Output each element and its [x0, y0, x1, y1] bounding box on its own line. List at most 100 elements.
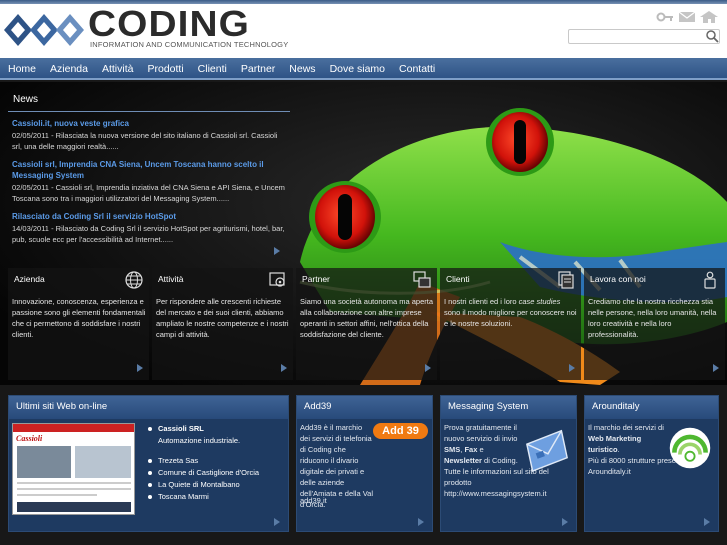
arounditaly-text: Il marchio dei servizi di Web Marketing … [588, 423, 664, 454]
logo-text[interactable]: CODING [88, 4, 250, 44]
arrow-right-icon[interactable] [281, 364, 287, 372]
sites-list: Cassioli SRL Automazione industriale. Tr… [146, 423, 259, 503]
arrow-right-icon[interactable] [713, 364, 719, 372]
news-date: 02/05/2011 [12, 131, 49, 140]
thumb-photo [17, 446, 71, 478]
nav-item-attivita[interactable]: Attività [102, 63, 134, 75]
add39-link[interactable]: add39.it [300, 496, 327, 505]
nav-item-dove-siamo[interactable]: Dove siamo [330, 63, 385, 75]
nav-item-clienti[interactable]: Clienti [198, 63, 227, 75]
site-thumbnail[interactable]: Cassioli [12, 423, 135, 515]
box-body: Il marchio dei servizi di Web Marketing … [585, 419, 718, 477]
arrow-right-icon[interactable] [137, 364, 143, 372]
arrow-right-icon[interactable] [425, 364, 431, 372]
arounditaly-logo-icon[interactable] [667, 425, 713, 471]
news-title-link[interactable]: Cassioli srl, Imprendia CNA Siena, Uncem… [12, 159, 286, 181]
nav-item-news[interactable]: News [289, 63, 315, 75]
news-more-arrow[interactable] [274, 247, 280, 255]
feature-box-partner[interactable]: Partner Siamo una società autonoma ma ap… [296, 268, 437, 380]
feature-title: Azienda [14, 274, 45, 284]
arrow-right-icon[interactable] [418, 518, 424, 526]
messaging-text: Prova gratuitamente il nuovo servizio di… [444, 423, 518, 465]
news-body: 02/05/2011 - Cassioli srl, Imprendia inz… [12, 182, 286, 204]
thumb-line [17, 494, 97, 496]
arrow-right-icon[interactable] [704, 518, 710, 526]
site-link[interactable]: Toscana Marmi [146, 491, 259, 503]
feature-title: Partner [302, 274, 330, 284]
person-icon [704, 271, 716, 289]
nav-item-home[interactable]: Home [8, 63, 36, 75]
site-link[interactable]: La Quiete di Montalbano [146, 479, 259, 491]
thumb-line [17, 482, 131, 484]
page: CODING INFORMATION AND COMMUNICATION TEC… [0, 0, 727, 545]
search-input[interactable] [568, 29, 720, 44]
feature-title: Clienti [446, 274, 470, 284]
news-item: Rilasciato da Coding Srl il servizio Hot… [8, 204, 290, 245]
logo-tagline: INFORMATION AND COMMUNICATION TECHNOLOGY [90, 40, 289, 49]
logo-diamonds-icon[interactable] [4, 10, 88, 50]
news-title-link[interactable]: Rilasciato da Coding Srl il servizio Hot… [12, 211, 286, 222]
feature-text: Innovazione, conoscenza, esperienza e pa… [12, 297, 146, 339]
site-link[interactable]: Comune di Castiglione d'Orcia [146, 467, 259, 479]
main-nav: Home Azienda Attività Prodotti Clienti P… [0, 58, 727, 80]
news-date: 14/03/2011 [12, 224, 49, 233]
nav-item-partner[interactable]: Partner [241, 63, 275, 75]
box-messaging-system: Messaging System Prova gratuitamente il … [440, 395, 577, 532]
box-body: Prova gratuitamente il nuovo servizio di… [441, 419, 576, 499]
arrow-right-icon[interactable] [274, 518, 280, 526]
nav-item-contatti[interactable]: Contatti [399, 63, 435, 75]
box-heading: Messaging System [441, 396, 576, 419]
site-description: Automazione industriale. [158, 436, 241, 445]
news-panel: News Cassioli.it, nuova veste grafica 02… [8, 88, 290, 266]
home-icon[interactable] [700, 11, 718, 23]
search-icon[interactable] [705, 29, 719, 44]
box-add39: Add39 Add 39 Add39 è il marchio dei serv… [296, 395, 433, 532]
news-heading: News [8, 88, 290, 112]
thumb-line [17, 488, 131, 490]
box-heading: Ultimi siti Web on-line [9, 396, 288, 419]
feature-box-azienda[interactable]: Azienda Innovazione, conoscenza, esperie… [8, 268, 149, 380]
arrow-right-icon[interactable] [569, 364, 575, 372]
feature-text-part: I nostri clienti ed i loro [444, 297, 519, 306]
thumb-logo: Cassioli [16, 434, 43, 443]
mail-icon[interactable] [678, 11, 696, 23]
thumb-photo [75, 446, 131, 478]
feature-text: Per rispondere alle crescenti richieste … [156, 297, 289, 339]
news-date: 02/05/2011 [12, 183, 49, 192]
feature-text-italic: case studies [518, 297, 561, 306]
feature-title: Lavora con noi [590, 274, 646, 284]
feature-box-lavora-con-noi[interactable]: Lavora con noi Crediamo che la nostra ri… [584, 268, 725, 380]
envelope-icon [526, 429, 568, 473]
news-text: - Cassioli srl, Imprendia inziativa del … [12, 183, 285, 203]
box-heading: Arounditaly [585, 396, 718, 419]
site-link[interactable]: Trezeta Sas [146, 455, 259, 467]
messaging-link[interactable]: http://www.messagingsystem.it [444, 488, 573, 499]
feature-text: I nostri clienti ed i loro case studies … [444, 296, 578, 329]
documents-icon [558, 271, 574, 289]
nav-item-prodotti[interactable]: Prodotti [147, 63, 183, 75]
globe-icon [125, 271, 143, 289]
box-heading: Add39 [297, 396, 432, 419]
news-item: Cassioli srl, Imprendia CNA Siena, Uncem… [8, 152, 290, 204]
windows-icon [413, 271, 431, 288]
feature-text: Crediamo che la nostra ricchezza stia ne… [588, 297, 717, 339]
thumb-footer [17, 502, 131, 512]
thumb-header-bar [13, 424, 134, 432]
feature-box-attivita[interactable]: Attività Per rispondere alle crescenti r… [152, 268, 293, 380]
gears-icon [269, 272, 285, 287]
header: CODING INFORMATION AND COMMUNICATION TEC… [0, 0, 727, 58]
nav-item-azienda[interactable]: Azienda [50, 63, 88, 75]
news-item: Cassioli.it, nuova veste grafica 02/05/2… [8, 112, 290, 152]
feature-text-part: sono il modo migliore per conoscere noi … [444, 308, 577, 328]
news-title-link[interactable]: Cassioli.it, nuova veste grafica [12, 118, 286, 129]
arrow-right-icon[interactable] [562, 518, 568, 526]
news-body: 02/05/2011 - Rilasciata la nuova version… [12, 130, 286, 152]
feature-box-clienti[interactable]: Clienti I nostri clienti ed i loro case … [440, 268, 581, 380]
news-text: - Rilasciata la nuova versione del sito … [12, 131, 278, 151]
key-icon[interactable] [656, 11, 674, 23]
feature-title: Attività [158, 274, 184, 284]
site-link[interactable]: Cassioli SRL [146, 423, 259, 435]
box-ultimi-siti: Ultimi siti Web on-line Cassioli Cassiol… [8, 395, 289, 532]
news-text: - Rilasciato da Coding Srl il servizio H… [12, 224, 285, 244]
news-body: 14/03/2011 - Rilasciato da Coding Srl il… [12, 223, 286, 245]
